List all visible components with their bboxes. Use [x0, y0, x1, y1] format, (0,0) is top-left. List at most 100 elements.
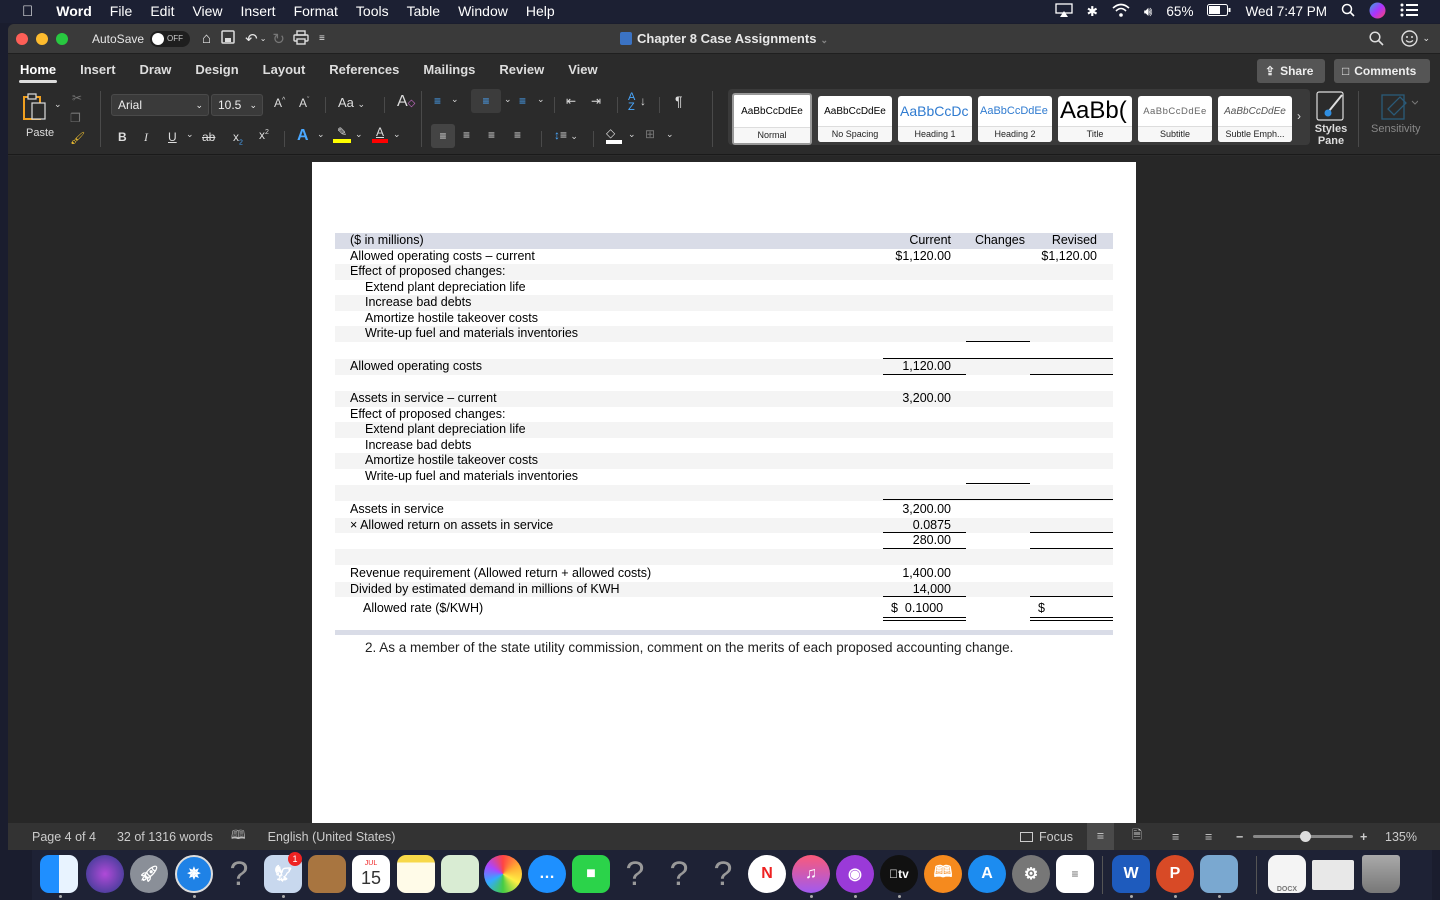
- align-center-button[interactable]: ≡: [463, 128, 470, 142]
- siri-icon[interactable]: [86, 855, 124, 893]
- print-layout-view-button[interactable]: ≡: [1087, 823, 1114, 850]
- word-icon[interactable]: W: [1112, 855, 1150, 893]
- style-subtitle[interactable]: AaBbCcDdEe Subtitle: [1138, 96, 1212, 142]
- books-icon[interactable]: 🕮︎: [924, 855, 962, 893]
- undo-icon[interactable]: ↶: [245, 30, 258, 48]
- unknown-app-icon[interactable]: ?: [616, 855, 654, 893]
- zoom-out-button[interactable]: −: [1236, 830, 1243, 844]
- subscript-button[interactable]: x2: [233, 130, 243, 146]
- tab-draw[interactable]: Draw: [128, 55, 184, 85]
- style-heading-2[interactable]: AaBbCcDdEe Heading 2: [978, 96, 1052, 142]
- menu-table[interactable]: Table: [398, 0, 449, 23]
- bluetooth-icon[interactable]: ✱: [1087, 4, 1098, 20]
- borders-button[interactable]: ⊞: [645, 127, 655, 141]
- paste-label[interactable]: Paste: [26, 127, 54, 139]
- notification-center-icon[interactable]: [1400, 3, 1418, 20]
- multilevel-dropdown-icon[interactable]: ⌄: [537, 94, 545, 105]
- bullets-dropdown-icon[interactable]: ⌄: [451, 94, 459, 105]
- highlight-dropdown-icon[interactable]: ⌄: [355, 129, 363, 140]
- style-title[interactable]: AaBb( Title: [1058, 96, 1132, 142]
- tab-review[interactable]: Review: [487, 55, 556, 85]
- text-effects-dropdown-icon[interactable]: ⌄: [317, 129, 325, 140]
- siri-icon[interactable]: [1369, 2, 1386, 22]
- notes-icon[interactable]: [397, 855, 435, 893]
- tab-home[interactable]: Home: [8, 55, 68, 85]
- shrink-font-icon[interactable]: Aˇ: [299, 96, 309, 110]
- strikethrough-button[interactable]: ab: [202, 130, 215, 144]
- calendar-icon[interactable]: JUL 15: [352, 855, 390, 893]
- app-menu[interactable]: Word: [47, 0, 101, 23]
- copy-icon[interactable]: ❐: [70, 111, 81, 125]
- page-count[interactable]: Page 4 of 4: [32, 830, 96, 844]
- paste-dropdown-icon[interactable]: ⌄: [54, 99, 62, 110]
- document-title[interactable]: Chapter 8 Case Assignments: [637, 31, 816, 46]
- zoom-slider[interactable]: [1253, 831, 1353, 842]
- maps-icon[interactable]: [441, 855, 479, 893]
- safari-icon[interactable]: ✵: [175, 855, 213, 893]
- messages-icon[interactable]: …: [528, 855, 566, 893]
- draft-view-button[interactable]: ≡: [1205, 830, 1212, 844]
- tab-view[interactable]: View: [556, 55, 609, 85]
- sensitivity-icon[interactable]: [1380, 91, 1419, 124]
- underline-button[interactable]: U: [168, 130, 177, 144]
- sort-button[interactable]: AZ: [628, 92, 635, 113]
- apple-menu-icon[interactable]: : [0, 0, 47, 23]
- superscript-button[interactable]: x2: [259, 128, 269, 142]
- style-subtle-emphasis[interactable]: AaBbCcDdEe Subtle Emph...: [1218, 96, 1292, 142]
- clock[interactable]: Wed 7:47 PM: [1245, 4, 1327, 19]
- document-page[interactable]: ($ in millions) Current Changes Revised …: [312, 162, 1136, 832]
- outline-view-button[interactable]: ≡: [1172, 830, 1179, 844]
- menu-tools[interactable]: Tools: [347, 0, 398, 23]
- style-no-spacing[interactable]: AaBbCcDdEe No Spacing: [818, 96, 892, 142]
- tab-insert[interactable]: Insert: [68, 55, 127, 85]
- style-normal[interactable]: AaBbCcDdEe Normal: [732, 93, 812, 145]
- grow-font-icon[interactable]: A^: [274, 96, 285, 110]
- close-window-button[interactable]: [16, 32, 28, 45]
- font-color-dropdown-icon[interactable]: ⌄: [393, 129, 401, 140]
- news-icon[interactable]: N: [748, 855, 786, 893]
- search-icon[interactable]: [1369, 31, 1384, 49]
- trash-icon[interactable]: [1362, 855, 1400, 893]
- menu-insert[interactable]: Insert: [232, 0, 285, 23]
- undo-dropdown-icon[interactable]: ⌄: [260, 34, 267, 43]
- share-button[interactable]: ⇪ Share: [1257, 59, 1325, 83]
- launchpad-icon[interactable]: 🚀︎: [130, 855, 168, 893]
- finder-icon[interactable]: [40, 855, 78, 893]
- airplay-icon[interactable]: [1054, 3, 1073, 20]
- customize-toolbar-icon[interactable]: ≡: [319, 33, 325, 44]
- document-thumbnail-icon[interactable]: [1312, 860, 1354, 890]
- paste-button[interactable]: [22, 93, 48, 124]
- feedback-dropdown-icon[interactable]: ⌄: [1422, 33, 1430, 44]
- podcasts-icon[interactable]: ◉: [836, 855, 874, 893]
- numbering-dropdown-icon[interactable]: ⌄: [504, 94, 512, 105]
- zoom-window-button[interactable]: [56, 32, 68, 45]
- menu-view[interactable]: View: [183, 0, 231, 23]
- bold-button[interactable]: B: [118, 130, 127, 144]
- borders-dropdown-icon[interactable]: ⌄: [666, 129, 674, 140]
- zoom-slider-thumb[interactable]: [1300, 831, 1311, 842]
- menu-file[interactable]: File: [101, 0, 142, 23]
- focus-button[interactable]: Focus: [1020, 830, 1073, 844]
- bullets-button[interactable]: ≡: [434, 94, 441, 108]
- unknown-app-icon[interactable]: ?: [704, 855, 742, 893]
- app-store-icon[interactable]: A: [968, 855, 1006, 893]
- numbering-button[interactable]: ≡: [471, 89, 501, 113]
- zoom-level[interactable]: 135%: [1385, 830, 1417, 844]
- tab-layout[interactable]: Layout: [251, 55, 318, 85]
- styles-pane-icon[interactable]: [1316, 91, 1346, 124]
- justify-button[interactable]: ≡: [514, 128, 521, 142]
- highlight-color-button[interactable]: ✎: [333, 125, 351, 143]
- home-icon[interactable]: ⌂: [202, 30, 211, 47]
- spotlight-search-icon[interactable]: [1341, 3, 1355, 20]
- change-case-button[interactable]: Aa ⌄: [338, 95, 365, 110]
- system-preferences-icon[interactable]: ⚙: [1012, 855, 1050, 893]
- menu-edit[interactable]: Edit: [141, 0, 183, 23]
- line-spacing-button[interactable]: ↕≡ ⌄: [554, 128, 578, 142]
- contacts-icon[interactable]: [308, 855, 346, 893]
- docx-document-icon[interactable]: DOCX: [1268, 855, 1306, 893]
- shading-dropdown-icon[interactable]: ⌄: [628, 129, 636, 140]
- minimize-window-button[interactable]: [36, 32, 48, 45]
- shading-button[interactable]: ◇: [606, 126, 622, 144]
- sensitivity-button[interactable]: Sensitivity: [1371, 123, 1421, 135]
- unknown-app-icon[interactable]: ?: [220, 855, 258, 893]
